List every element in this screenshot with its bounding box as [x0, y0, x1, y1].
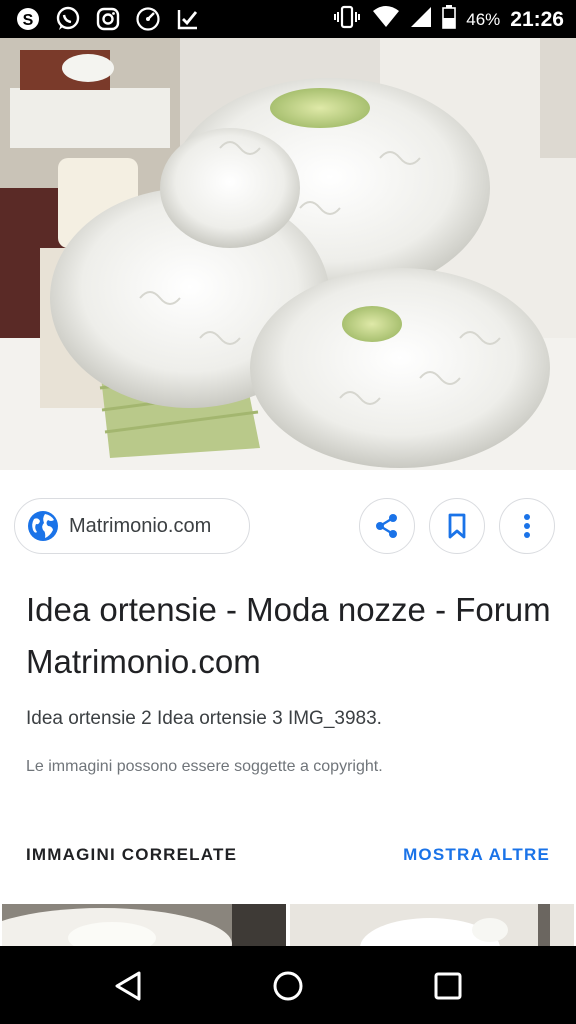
recents-button[interactable]	[424, 962, 472, 1010]
battery-icon	[442, 5, 457, 34]
home-button[interactable]	[264, 962, 312, 1010]
bookmark-icon	[448, 513, 466, 539]
related-image-1	[2, 904, 286, 948]
recents-square-icon	[434, 972, 462, 1000]
more-options-button[interactable]	[499, 498, 555, 554]
related-image-thumbnail[interactable]	[290, 904, 574, 948]
battery-percent: 46%	[466, 9, 501, 29]
more-vert-icon	[524, 514, 530, 538]
back-triangle-icon	[115, 971, 141, 1001]
speedometer-icon	[134, 5, 162, 33]
save-button[interactable]	[429, 498, 485, 554]
notification-icons: S	[14, 5, 202, 33]
svg-text:S: S	[23, 12, 34, 29]
show-more-link[interactable]: MOSTRA ALTRE	[403, 845, 550, 865]
related-images-heading: IMMAGINI CORRELATE	[26, 845, 238, 864]
cell-signal-icon	[410, 6, 432, 33]
source-chip[interactable]: Matrimonio.com	[14, 498, 250, 554]
wifi-icon	[372, 5, 400, 34]
home-circle-icon	[273, 971, 303, 1001]
status-bar: S 46% 21:26	[0, 0, 576, 38]
instagram-icon	[94, 5, 122, 33]
hydrangea-photo	[0, 38, 576, 470]
related-image-thumbnail[interactable]	[2, 904, 286, 948]
result-image[interactable]	[0, 38, 576, 470]
skype-icon: S	[14, 5, 42, 33]
copyright-notice: Le immagini possono essere soggette a co…	[26, 758, 383, 775]
back-button[interactable]	[104, 962, 152, 1010]
system-indicators: 46% 21:26	[332, 4, 564, 35]
globe-icon	[28, 511, 58, 541]
share-button[interactable]	[359, 498, 415, 554]
whatsapp-icon	[54, 5, 82, 33]
vibrate-icon	[332, 4, 362, 35]
clock: 21:26	[510, 7, 564, 31]
source-name: Matrimonio.com	[69, 514, 212, 537]
navigation-bar	[0, 946, 576, 1024]
share-icon	[376, 514, 397, 538]
related-image-2	[290, 904, 574, 948]
result-description: Idea ortensie 2 Idea ortensie 3 IMG_3983…	[26, 708, 382, 729]
result-title[interactable]: Idea ortensie - Moda nozze - Forum Matri…	[26, 584, 556, 688]
checklist-icon	[174, 5, 202, 33]
